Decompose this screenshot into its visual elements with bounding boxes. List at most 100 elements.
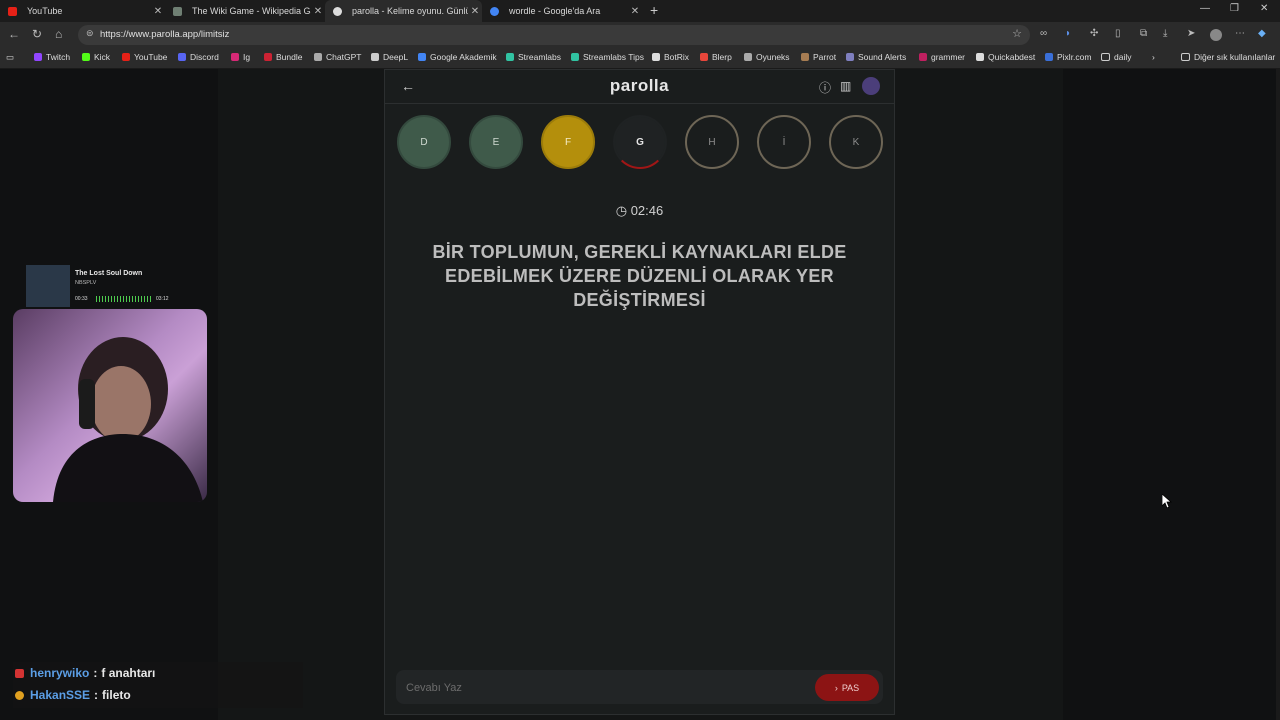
chat-message: henrywiko : f anahtarı xyxy=(15,666,155,680)
bookmark-kick[interactable]: Kick xyxy=(82,52,110,62)
song-title: The Lost Soul Down xyxy=(75,270,143,277)
bookmark-google-akademik[interactable]: Google Akademik xyxy=(418,52,497,62)
close-tab-icon[interactable]: ✕ xyxy=(468,6,482,17)
song-artist: NBSPLV xyxy=(75,280,97,286)
download-icon[interactable]: ⤓ xyxy=(1163,28,1167,39)
bookmark-daily[interactable]: daily xyxy=(1101,52,1131,62)
letter-circle: İ xyxy=(757,115,811,169)
chat-separator: : xyxy=(94,688,99,702)
bookmark-discord[interactable]: Discord xyxy=(178,52,219,62)
bookmark-label: Kick xyxy=(94,52,111,62)
address-bar[interactable]: ⊜ https://www.parolla.app/limitsiz ☆ xyxy=(78,25,1030,45)
tab-wiki-game[interactable]: The Wiki Game - Wikipedia Game ✕ xyxy=(165,0,325,22)
chatgpt-icon xyxy=(314,53,322,61)
bookmark-bundle[interactable]: Bundle xyxy=(264,52,302,62)
bookmark-label: YouTube xyxy=(134,52,168,62)
bookmarks-overflow-chevron-icon[interactable]: › xyxy=(1152,52,1155,62)
info-icon[interactable]: ⓘ xyxy=(819,79,831,96)
bookmark-quickabdest[interactable]: Quickabdest xyxy=(976,52,1035,62)
page-scrollbar[interactable] xyxy=(1276,69,1280,720)
home-icon[interactable]: ⌂ xyxy=(55,27,62,41)
bookmark-label: Pixlr.com xyxy=(1057,52,1092,62)
split-screen-icon[interactable]: ▯ xyxy=(1115,28,1121,39)
bookmark-label: Sound Alerts xyxy=(858,52,907,62)
chat-badge-icon xyxy=(15,668,24,678)
chat-text: fileto xyxy=(102,688,131,702)
bookmark-pixlr[interactable]: Pixlr.com xyxy=(1045,52,1091,62)
extension-glasses-icon[interactable]: ∞ xyxy=(1040,28,1047,39)
collections-icon[interactable]: ⧉ xyxy=(1140,28,1147,39)
bookmark-label: daily xyxy=(1114,52,1132,62)
waveform-icon xyxy=(96,296,151,302)
bookmark-botrix[interactable]: BotRix xyxy=(652,52,689,62)
user-avatar[interactable] xyxy=(862,77,880,95)
quickabdest-icon xyxy=(976,53,984,61)
close-tab-icon[interactable]: ✕ xyxy=(311,6,325,17)
instagram-icon xyxy=(231,53,239,61)
pass-button[interactable]: › PAS xyxy=(815,674,879,701)
parolla-favicon-icon xyxy=(333,6,342,16)
blerp-icon xyxy=(700,53,708,61)
bookmark-twitch[interactable]: Twitch xyxy=(34,52,70,62)
now-playing-widget: The Lost Soul Down NBSPLV 00:33 03:12 xyxy=(26,265,181,309)
share-icon[interactable]: ➤ xyxy=(1187,28,1195,39)
chat-message: HakanSSE : fileto xyxy=(15,688,131,702)
bookmark-ig[interactable]: Ig xyxy=(231,52,250,62)
bookmark-chatgpt[interactable]: ChatGPT xyxy=(314,52,361,62)
tab-youtube[interactable]: YouTube ✕ xyxy=(0,0,165,22)
bookmark-youtube[interactable]: YouTube xyxy=(122,52,167,62)
tab-parolla[interactable]: parolla - Kelime oyunu. Günlük ke ✕ xyxy=(325,0,482,22)
letter-circle: K xyxy=(829,115,883,169)
bookmark-label: ChatGPT xyxy=(326,52,362,62)
other-bookmarks-folder[interactable]: Diğer sık kullanılanlar xyxy=(1181,52,1275,62)
letter-circle: F xyxy=(541,115,595,169)
chevron-right-icon: › xyxy=(834,682,838,693)
bookmark-parrot[interactable]: Parrot xyxy=(801,52,836,62)
new-tab-plus-icon[interactable]: + xyxy=(650,2,658,18)
profile-avatar-icon[interactable] xyxy=(1210,29,1222,41)
bundle-icon xyxy=(264,53,272,61)
refresh-icon[interactable]: ↻ xyxy=(32,27,42,41)
bookmark-label: Quickabdest xyxy=(988,52,1036,62)
close-tab-icon[interactable]: ✕ xyxy=(151,6,165,17)
bookmark-blerp[interactable]: Blerp xyxy=(700,52,732,62)
tab-google-search[interactable]: wordle - Google'da Ara ✕ xyxy=(482,0,642,22)
letter-circle: H xyxy=(685,115,739,169)
kick-icon xyxy=(82,53,90,61)
answer-input[interactable] xyxy=(404,677,808,699)
minimize-icon[interactable]: — xyxy=(1200,3,1210,14)
bookmark-streamlabs-tips[interactable]: Streamlabs Tips xyxy=(571,52,644,62)
more-menu-icon[interactable]: ⋯ xyxy=(1235,28,1245,39)
bookmark-label: Google Akademik xyxy=(430,52,497,62)
app-logo: parolla xyxy=(609,76,670,95)
restore-icon[interactable]: ❐ xyxy=(1230,3,1239,14)
bookmark-label: Streamlabs Tips xyxy=(583,52,644,62)
wiki-game-favicon-icon xyxy=(173,6,182,16)
tab-title: wordle - Google'da Ara xyxy=(509,6,601,16)
tab-title: parolla - Kelime oyunu. Günlük ke xyxy=(352,6,468,16)
close-tab-icon[interactable]: ✕ xyxy=(628,6,642,17)
bookmark-streamlabs[interactable]: Streamlabs xyxy=(506,52,561,62)
close-window-icon[interactable]: ✕ xyxy=(1260,3,1268,14)
copilot-icon[interactable]: ◆ xyxy=(1258,28,1266,39)
letter-circle: E xyxy=(469,115,523,169)
pixlr-icon xyxy=(1045,53,1053,61)
extensions-icon[interactable]: ✣ xyxy=(1090,28,1098,39)
bookmark-sound-alerts[interactable]: Sound Alerts xyxy=(846,52,906,62)
address-toolbar: ← ↻ ⌂ ⊜ https://www.parolla.app/limitsiz… xyxy=(0,22,1280,48)
botrix-icon xyxy=(652,53,660,61)
streamlabs-icon xyxy=(506,53,514,61)
read-aloud-icon[interactable]: ◗ xyxy=(1065,28,1071,39)
clock-icon: ◷ xyxy=(615,203,628,218)
bookmark-grammer[interactable]: grammer xyxy=(919,52,965,62)
site-info-icon[interactable]: ⊜ xyxy=(86,28,94,39)
letter-circle: G xyxy=(613,115,667,169)
favorite-star-icon[interactable]: ☆ xyxy=(1012,27,1022,40)
bookmark-label: Discord xyxy=(190,52,219,62)
bookmark-deepl[interactable]: DeepL xyxy=(371,52,408,62)
reading-list-icon[interactable]: ▭ xyxy=(6,52,14,63)
stats-chart-icon[interactable]: ▥ xyxy=(840,79,851,93)
bookmark-oyuneks[interactable]: Oyuneks xyxy=(744,52,790,62)
back-arrow-icon[interactable]: ← xyxy=(8,27,20,41)
discord-icon xyxy=(178,53,186,61)
